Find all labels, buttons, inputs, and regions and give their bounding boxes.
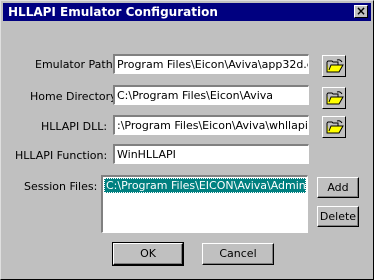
- hllapi-dll-label: HLLAPI DLL:: [41, 120, 108, 133]
- home-directory-label: Home Directory:: [30, 90, 120, 103]
- ok-button[interactable]: OK: [112, 242, 184, 266]
- home-directory-browse-button[interactable]: [322, 87, 346, 109]
- home-directory-field[interactable]: C:\Program Files\Eicon\Aviva: [113, 85, 309, 105]
- dialog-window: HLLAPI Emulator Configuration ×: [0, 0, 374, 280]
- add-button[interactable]: Add: [317, 177, 359, 198]
- open-folder-icon: [326, 120, 344, 134]
- close-button[interactable]: ×: [354, 5, 368, 18]
- close-icon: ×: [355, 4, 367, 18]
- window-title: HLLAPI Emulator Configuration: [8, 5, 218, 19]
- list-item[interactable]: C:\Program Files\EICON\Aviva\Administrat: [104, 178, 306, 193]
- session-files-list[interactable]: C:\Program Files\EICON\Aviva\Administrat: [101, 175, 308, 233]
- emulator-path-label: Emulator Path:: [35, 58, 117, 71]
- emulator-path-field[interactable]: Program Files\Eicon\Aviva\app32d.exe: [113, 54, 309, 74]
- hllapi-function-field[interactable]: WinHLLAPI: [113, 144, 309, 164]
- emulator-path-browse-button[interactable]: [322, 55, 346, 77]
- hllapi-dll-field[interactable]: :\Program Files\Eicon\Aviva\whllapi.dll: [113, 115, 309, 135]
- cancel-button[interactable]: Cancel: [202, 243, 274, 265]
- title-bar[interactable]: HLLAPI Emulator Configuration ×: [3, 3, 371, 21]
- delete-button[interactable]: Delete: [317, 206, 359, 227]
- hllapi-dll-browse-button[interactable]: [322, 116, 346, 138]
- session-files-label: Session Files:: [24, 180, 98, 193]
- open-folder-icon: [326, 59, 344, 73]
- hllapi-function-label: HLLAPI Function:: [15, 149, 108, 162]
- open-folder-icon: [326, 91, 344, 105]
